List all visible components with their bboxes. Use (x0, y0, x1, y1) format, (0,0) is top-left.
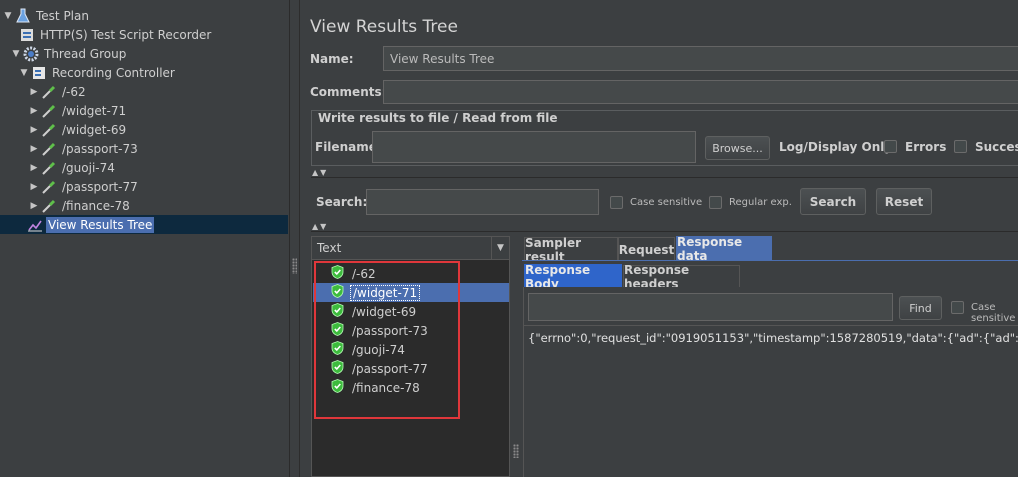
test-plan-tree: ▼ Test Plan HTTP(S) Test Script Recorder… (0, 0, 289, 477)
tree-item-sampler[interactable]: ▶ /passport-77 (28, 177, 140, 196)
tree-item-label: View Results Tree (46, 216, 155, 233)
tree-item-label: /-62 (62, 84, 86, 99)
successes-checkbox[interactable] (954, 140, 967, 153)
expand-arrow-icon[interactable]: ▶ (28, 144, 40, 154)
renderer-value: Text (317, 241, 342, 255)
name-field[interactable]: View Results Tree (383, 46, 1018, 71)
comments-label: Comments: (310, 85, 387, 99)
tree-item-label: /guoji-74 (62, 160, 115, 175)
log-display-only-label: Log/Display Only: (779, 140, 897, 154)
tree-item-recorder[interactable]: HTTP(S) Test Script Recorder (18, 25, 213, 44)
pipette-icon (40, 121, 57, 138)
pipette-icon (40, 83, 57, 100)
case-sensitive-checkbox[interactable] (610, 196, 623, 209)
find-input[interactable] (528, 293, 893, 321)
collapse-arrow-icon[interactable]: ▼ (10, 49, 22, 59)
tree-item-sampler[interactable]: ▶ /finance-78 (28, 196, 132, 215)
controller-icon (30, 64, 47, 81)
tab-request[interactable]: Request (618, 237, 675, 261)
errors-checkbox[interactable] (884, 140, 897, 153)
tree-item-recording-controller[interactable]: ▼ Recording Controller (18, 63, 177, 82)
tree-item-label: /passport-73 (62, 141, 138, 156)
tree-item-sampler[interactable]: ▶ /passport-73 (28, 139, 140, 158)
expand-arrow-icon[interactable]: ▶ (28, 182, 40, 192)
tree-item-label: Test Plan (36, 8, 89, 23)
tree-item-label: Thread Group (44, 46, 127, 61)
renderer-select[interactable]: Text ▼ (312, 237, 509, 260)
search-label: Search: (316, 195, 368, 209)
filename-label: Filename (315, 140, 377, 154)
tree-item-sampler[interactable]: ▶ /widget-69 (28, 120, 128, 139)
tab-response-headers[interactable]: Response headers (623, 263, 740, 291)
chart-icon (26, 216, 43, 233)
file-group-title: Write results to file / Read from file (316, 111, 560, 125)
pipette-icon (40, 159, 57, 176)
filename-field[interactable] (372, 131, 696, 163)
divider (524, 325, 1018, 326)
reset-button[interactable]: Reset (876, 188, 932, 215)
splitter-grip[interactable] (513, 444, 519, 458)
errors-label: Errors (905, 140, 947, 154)
expand-arrow-icon[interactable]: ▶ (28, 201, 40, 211)
tree-item-label: HTTP(S) Test Script Recorder (40, 27, 212, 42)
view-results-tree-panel: View Results Tree Name: View Results Tre… (299, 0, 1018, 477)
tree-item-label: /finance-78 (62, 198, 130, 213)
divider (311, 231, 1018, 232)
collapse-arrow-icon[interactable]: ▼ (18, 68, 30, 78)
regular-exp-checkbox[interactable] (709, 196, 722, 209)
expand-arrow-icon[interactable]: ▶ (28, 87, 40, 97)
tree-item-label: /widget-71 (62, 103, 127, 118)
expand-arrow-icon[interactable]: ▶ (28, 163, 40, 173)
tree-item-sampler[interactable]: ▶ /guoji-74 (28, 158, 117, 177)
vertical-splitter[interactable] (289, 0, 299, 477)
tree-item-label: Recording Controller (52, 65, 175, 80)
comments-field[interactable] (383, 80, 1018, 104)
pipette-icon (40, 102, 57, 119)
tab-underline (522, 260, 1018, 261)
find-case-sensitive-checkbox[interactable] (951, 301, 964, 314)
pipette-icon (40, 197, 57, 214)
tree-item-test-plan[interactable]: ▼ Test Plan (2, 6, 91, 25)
tree-item-thread-group[interactable]: ▼ Thread Group (10, 44, 128, 63)
regular-exp-label: Regular exp. (729, 197, 792, 208)
red-highlight-box (314, 261, 460, 419)
find-button[interactable]: Find (899, 296, 942, 320)
tree-item-sampler[interactable]: ▶ /widget-71 (28, 101, 128, 120)
tree-item-label: /widget-69 (62, 122, 127, 137)
collapse-toggle-icon[interactable]: ▲▼ (312, 168, 328, 177)
collapse-arrow-icon[interactable]: ▼ (2, 11, 14, 21)
flask-icon (14, 7, 31, 24)
recorder-icon (18, 26, 35, 43)
case-sensitive-label: Case sensitive (630, 197, 703, 208)
pipette-icon (40, 140, 57, 157)
tree-item-label: /passport-77 (62, 179, 138, 194)
name-label: Name: (310, 52, 354, 66)
tab-response-body[interactable]: Response Body (524, 263, 622, 291)
chevron-down-icon[interactable]: ▼ (491, 237, 509, 259)
find-case-sensitive-label: Case sensitive (971, 302, 1016, 324)
search-button[interactable]: Search (800, 188, 866, 215)
page-title: View Results Tree (310, 17, 458, 37)
tab-response-data[interactable]: Response data (676, 235, 772, 263)
tab-sampler-result[interactable]: Sampler result (524, 236, 618, 264)
browse-button[interactable]: Browse... (705, 136, 770, 160)
successes-label: Successes (975, 140, 1018, 154)
gear-icon (22, 45, 39, 62)
search-input[interactable] (366, 189, 599, 215)
expand-arrow-icon[interactable]: ▶ (28, 106, 40, 116)
pipette-icon (40, 178, 57, 195)
expand-arrow-icon[interactable]: ▶ (28, 125, 40, 135)
tree-item-view-results-tree[interactable]: View Results Tree (0, 215, 288, 234)
tree-item-sampler[interactable]: ▶ /-62 (28, 82, 88, 101)
collapse-toggle-icon[interactable]: ▲▼ (312, 222, 328, 231)
divider (311, 177, 1018, 178)
response-body-text[interactable]: {"errno":0,"request_id":"0919051153","ti… (528, 331, 1018, 345)
